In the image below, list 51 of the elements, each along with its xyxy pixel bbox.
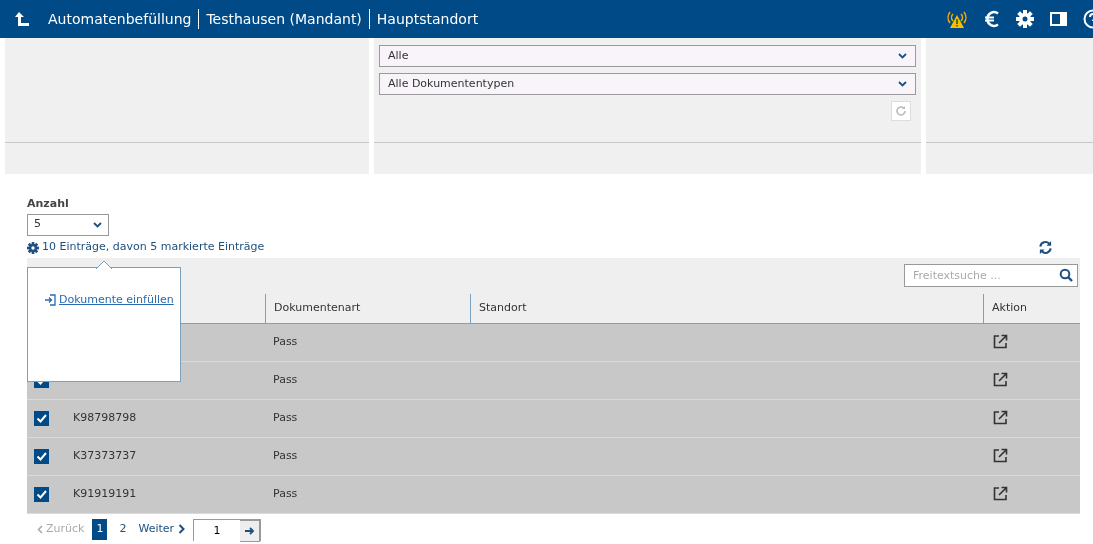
count-label: Anzahl bbox=[27, 196, 70, 212]
column-header[interactable]: Aktion bbox=[983, 293, 1080, 323]
search-field[interactable]: Freitextsuche ... bbox=[904, 263, 1078, 287]
fill-documents-link[interactable]: Dokumente einfüllen bbox=[59, 291, 174, 308]
page-jump-field[interactable]: 1 bbox=[193, 518, 262, 541]
chevron-right-icon bbox=[178, 524, 186, 535]
row-checkbox[interactable] bbox=[34, 486, 49, 502]
settings-icon[interactable] bbox=[27, 241, 39, 254]
table-cell-text: K91919191 bbox=[73, 485, 137, 502]
entries-summary[interactable]: 10 Einträge, davon 5 markierte Einträge bbox=[42, 239, 265, 256]
column-header[interactable]: Standort bbox=[470, 293, 983, 323]
search-icon[interactable] bbox=[1059, 267, 1073, 282]
warning-signal-icon[interactable] bbox=[946, 9, 968, 29]
sidebar-panel-icon[interactable] bbox=[1050, 12, 1067, 26]
external-link-icon[interactable] bbox=[993, 486, 1008, 502]
chevron-icon bbox=[93, 221, 102, 228]
refresh-icon[interactable] bbox=[1038, 240, 1053, 255]
table-cell-text: K37373737 bbox=[73, 447, 137, 464]
filter-dropdown[interactable]: Alle Dokumententypen bbox=[379, 73, 916, 95]
upload-arrow-icon[interactable] bbox=[14, 11, 30, 27]
page-link[interactable]: 1 bbox=[92, 519, 108, 540]
go-button[interactable] bbox=[240, 519, 261, 542]
table-cell: Pass bbox=[273, 486, 298, 500]
external-link-icon[interactable] bbox=[993, 410, 1008, 426]
arrow-icon bbox=[244, 526, 255, 535]
settings-icon[interactable] bbox=[1016, 10, 1034, 28]
external-link-icon[interactable] bbox=[993, 334, 1008, 350]
chevron-icon bbox=[898, 81, 907, 87]
table-cell: Pass bbox=[273, 448, 298, 462]
table-cell: Pass bbox=[273, 410, 298, 424]
external-link-icon[interactable] bbox=[993, 372, 1008, 388]
breadcrumb-item[interactable]: Testhausen (Mandant) bbox=[198, 9, 369, 29]
breadcrumb-item[interactable]: Automatenbefüllung bbox=[48, 9, 199, 29]
table-cell: Pass bbox=[273, 372, 298, 386]
table-cell: Pass bbox=[273, 334, 298, 348]
login-icon bbox=[44, 293, 56, 306]
filter-dropdown[interactable]: Alle bbox=[379, 45, 916, 67]
external-link-icon[interactable] bbox=[993, 448, 1008, 464]
chevron-left-icon bbox=[37, 524, 43, 534]
refresh-icon bbox=[895, 105, 907, 117]
euro-icon[interactable] bbox=[984, 10, 1000, 28]
chevron-icon bbox=[898, 53, 907, 59]
table-cell-text: K98798798 bbox=[73, 409, 137, 426]
next-link[interactable]: Weiter bbox=[138, 521, 186, 538]
column-header[interactable]: Dokumentenart bbox=[265, 293, 470, 323]
row-checkbox[interactable] bbox=[34, 410, 49, 426]
row-checkbox[interactable] bbox=[34, 448, 49, 464]
help-icon[interactable] bbox=[1083, 9, 1093, 29]
breadcrumb-item[interactable]: Hauptstandort bbox=[368, 9, 486, 29]
page-link[interactable]: 2 bbox=[115, 519, 131, 540]
count-dropdown[interactable]: 5 bbox=[27, 213, 109, 236]
